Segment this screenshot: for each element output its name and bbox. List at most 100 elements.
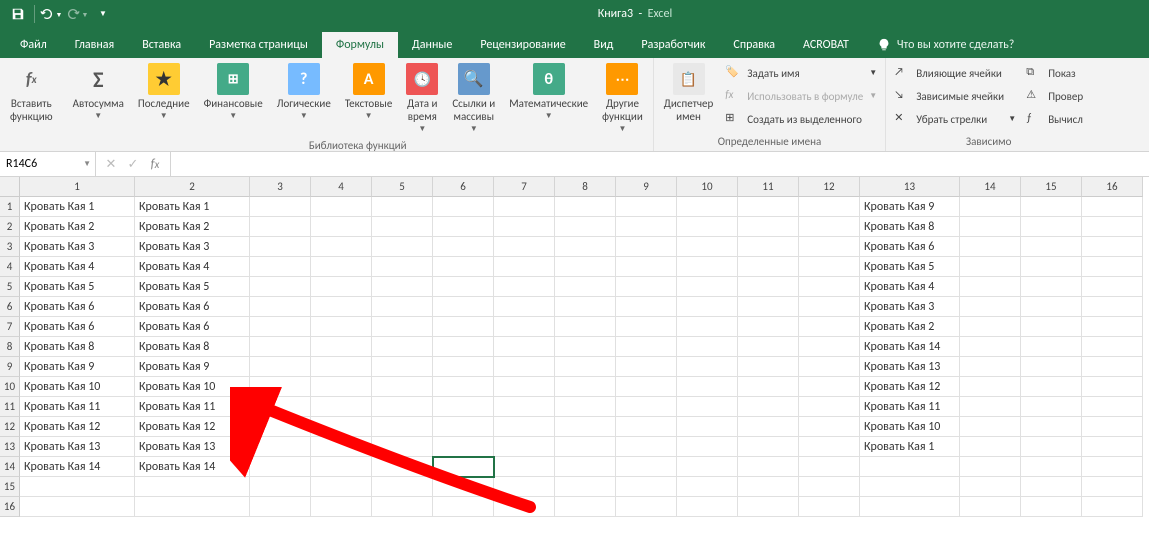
cell[interactable]: [960, 437, 1021, 457]
cell[interactable]: [311, 337, 372, 357]
tab-data[interactable]: Данные: [398, 32, 466, 58]
row-header[interactable]: 13: [0, 437, 20, 457]
cell[interactable]: Кровать Кая 10: [135, 377, 250, 397]
cell[interactable]: [250, 237, 311, 257]
cell[interactable]: [555, 417, 616, 437]
cell[interactable]: Кровать Кая 4: [135, 257, 250, 277]
autosum-button[interactable]: Σ Автосумма▼: [67, 60, 130, 124]
cell[interactable]: [1021, 297, 1082, 317]
cell[interactable]: [1021, 457, 1082, 477]
cell[interactable]: Кровать Кая 9: [20, 357, 135, 377]
financial-button[interactable]: ⊞ Финансовые▼: [198, 60, 269, 124]
row-header[interactable]: 4: [0, 257, 20, 277]
cell[interactable]: [1082, 357, 1143, 377]
logical-button[interactable]: ? Логические▼: [271, 60, 337, 124]
cell[interactable]: [494, 217, 555, 237]
cell[interactable]: [738, 277, 799, 297]
tab-acrobat[interactable]: ACROBAT: [789, 32, 863, 58]
cell[interactable]: [677, 357, 738, 377]
cell[interactable]: [250, 377, 311, 397]
cell[interactable]: [372, 417, 433, 437]
cell[interactable]: [799, 277, 860, 297]
cell[interactable]: [311, 297, 372, 317]
cell[interactable]: [494, 437, 555, 457]
column-header[interactable]: 7: [494, 177, 555, 197]
cell[interactable]: [372, 277, 433, 297]
cell[interactable]: [799, 397, 860, 417]
cell[interactable]: [860, 457, 960, 477]
cell[interactable]: [433, 277, 494, 297]
cell[interactable]: Кровать Кая 14: [135, 457, 250, 477]
column-header[interactable]: 4: [311, 177, 372, 197]
cell[interactable]: [960, 277, 1021, 297]
cell[interactable]: [960, 477, 1021, 497]
recent-functions-button[interactable]: ★ Последние▼: [132, 60, 196, 124]
cell[interactable]: [616, 497, 677, 517]
trace-dependents-button[interactable]: ↘ Зависимые ячейки: [890, 85, 1020, 107]
cell[interactable]: [616, 437, 677, 457]
cell[interactable]: Кровать Кая 1: [135, 197, 250, 217]
cell[interactable]: Кровать Кая 14: [860, 337, 960, 357]
cell[interactable]: [20, 497, 135, 517]
cell[interactable]: [799, 217, 860, 237]
cell[interactable]: [799, 497, 860, 517]
cell[interactable]: [960, 377, 1021, 397]
tab-developer[interactable]: Разработчик: [627, 32, 719, 58]
cell[interactable]: Кровать Кая 5: [135, 277, 250, 297]
redo-button[interactable]: ▼: [65, 3, 89, 25]
column-header[interactable]: 1: [20, 177, 135, 197]
cell[interactable]: [311, 317, 372, 337]
cell[interactable]: Кровать Кая 1: [860, 437, 960, 457]
cell[interactable]: [494, 397, 555, 417]
cell[interactable]: [677, 417, 738, 437]
cell[interactable]: Кровать Кая 9: [135, 357, 250, 377]
cell[interactable]: [738, 257, 799, 277]
cell[interactable]: Кровать Кая 5: [860, 257, 960, 277]
cell[interactable]: [311, 497, 372, 517]
cell[interactable]: [1082, 457, 1143, 477]
cell[interactable]: [433, 337, 494, 357]
row-header[interactable]: 12: [0, 417, 20, 437]
cell[interactable]: Кровать Кая 12: [135, 417, 250, 437]
cell[interactable]: Кровать Кая 2: [860, 317, 960, 337]
cell[interactable]: Кровать Кая 3: [135, 237, 250, 257]
cell[interactable]: [372, 337, 433, 357]
cell[interactable]: [738, 337, 799, 357]
row-header[interactable]: 11: [0, 397, 20, 417]
tab-insert[interactable]: Вставка: [128, 32, 195, 58]
column-header[interactable]: 6: [433, 177, 494, 197]
cell[interactable]: [738, 217, 799, 237]
name-box-input[interactable]: [6, 157, 89, 171]
cell[interactable]: [494, 237, 555, 257]
row-header[interactable]: 6: [0, 297, 20, 317]
cell[interactable]: [799, 377, 860, 397]
cell[interactable]: [960, 497, 1021, 517]
evaluate-formula-button[interactable]: ƒ Вычисл: [1022, 108, 1087, 130]
cell[interactable]: [494, 477, 555, 497]
cell[interactable]: [372, 457, 433, 477]
cell[interactable]: [250, 457, 311, 477]
column-header[interactable]: 13: [860, 177, 960, 197]
cell[interactable]: [311, 217, 372, 237]
cell[interactable]: [677, 337, 738, 357]
cell[interactable]: [1021, 357, 1082, 377]
formula-input[interactable]: [177, 157, 1143, 171]
cell[interactable]: [555, 257, 616, 277]
cell[interactable]: Кровать Кая 6: [20, 317, 135, 337]
cell[interactable]: [616, 237, 677, 257]
cell[interactable]: [555, 497, 616, 517]
cell[interactable]: [1082, 477, 1143, 497]
cell[interactable]: [311, 377, 372, 397]
cell[interactable]: [1082, 257, 1143, 277]
cell[interactable]: [1082, 217, 1143, 237]
cell[interactable]: [799, 297, 860, 317]
cell[interactable]: [738, 197, 799, 217]
cell[interactable]: [677, 457, 738, 477]
cell[interactable]: [372, 477, 433, 497]
cell[interactable]: [860, 477, 960, 497]
cell[interactable]: [433, 317, 494, 337]
cell[interactable]: Кровать Кая 1: [20, 197, 135, 217]
cell[interactable]: [250, 477, 311, 497]
cell[interactable]: [372, 297, 433, 317]
chevron-down-icon[interactable]: ▼: [83, 159, 91, 169]
